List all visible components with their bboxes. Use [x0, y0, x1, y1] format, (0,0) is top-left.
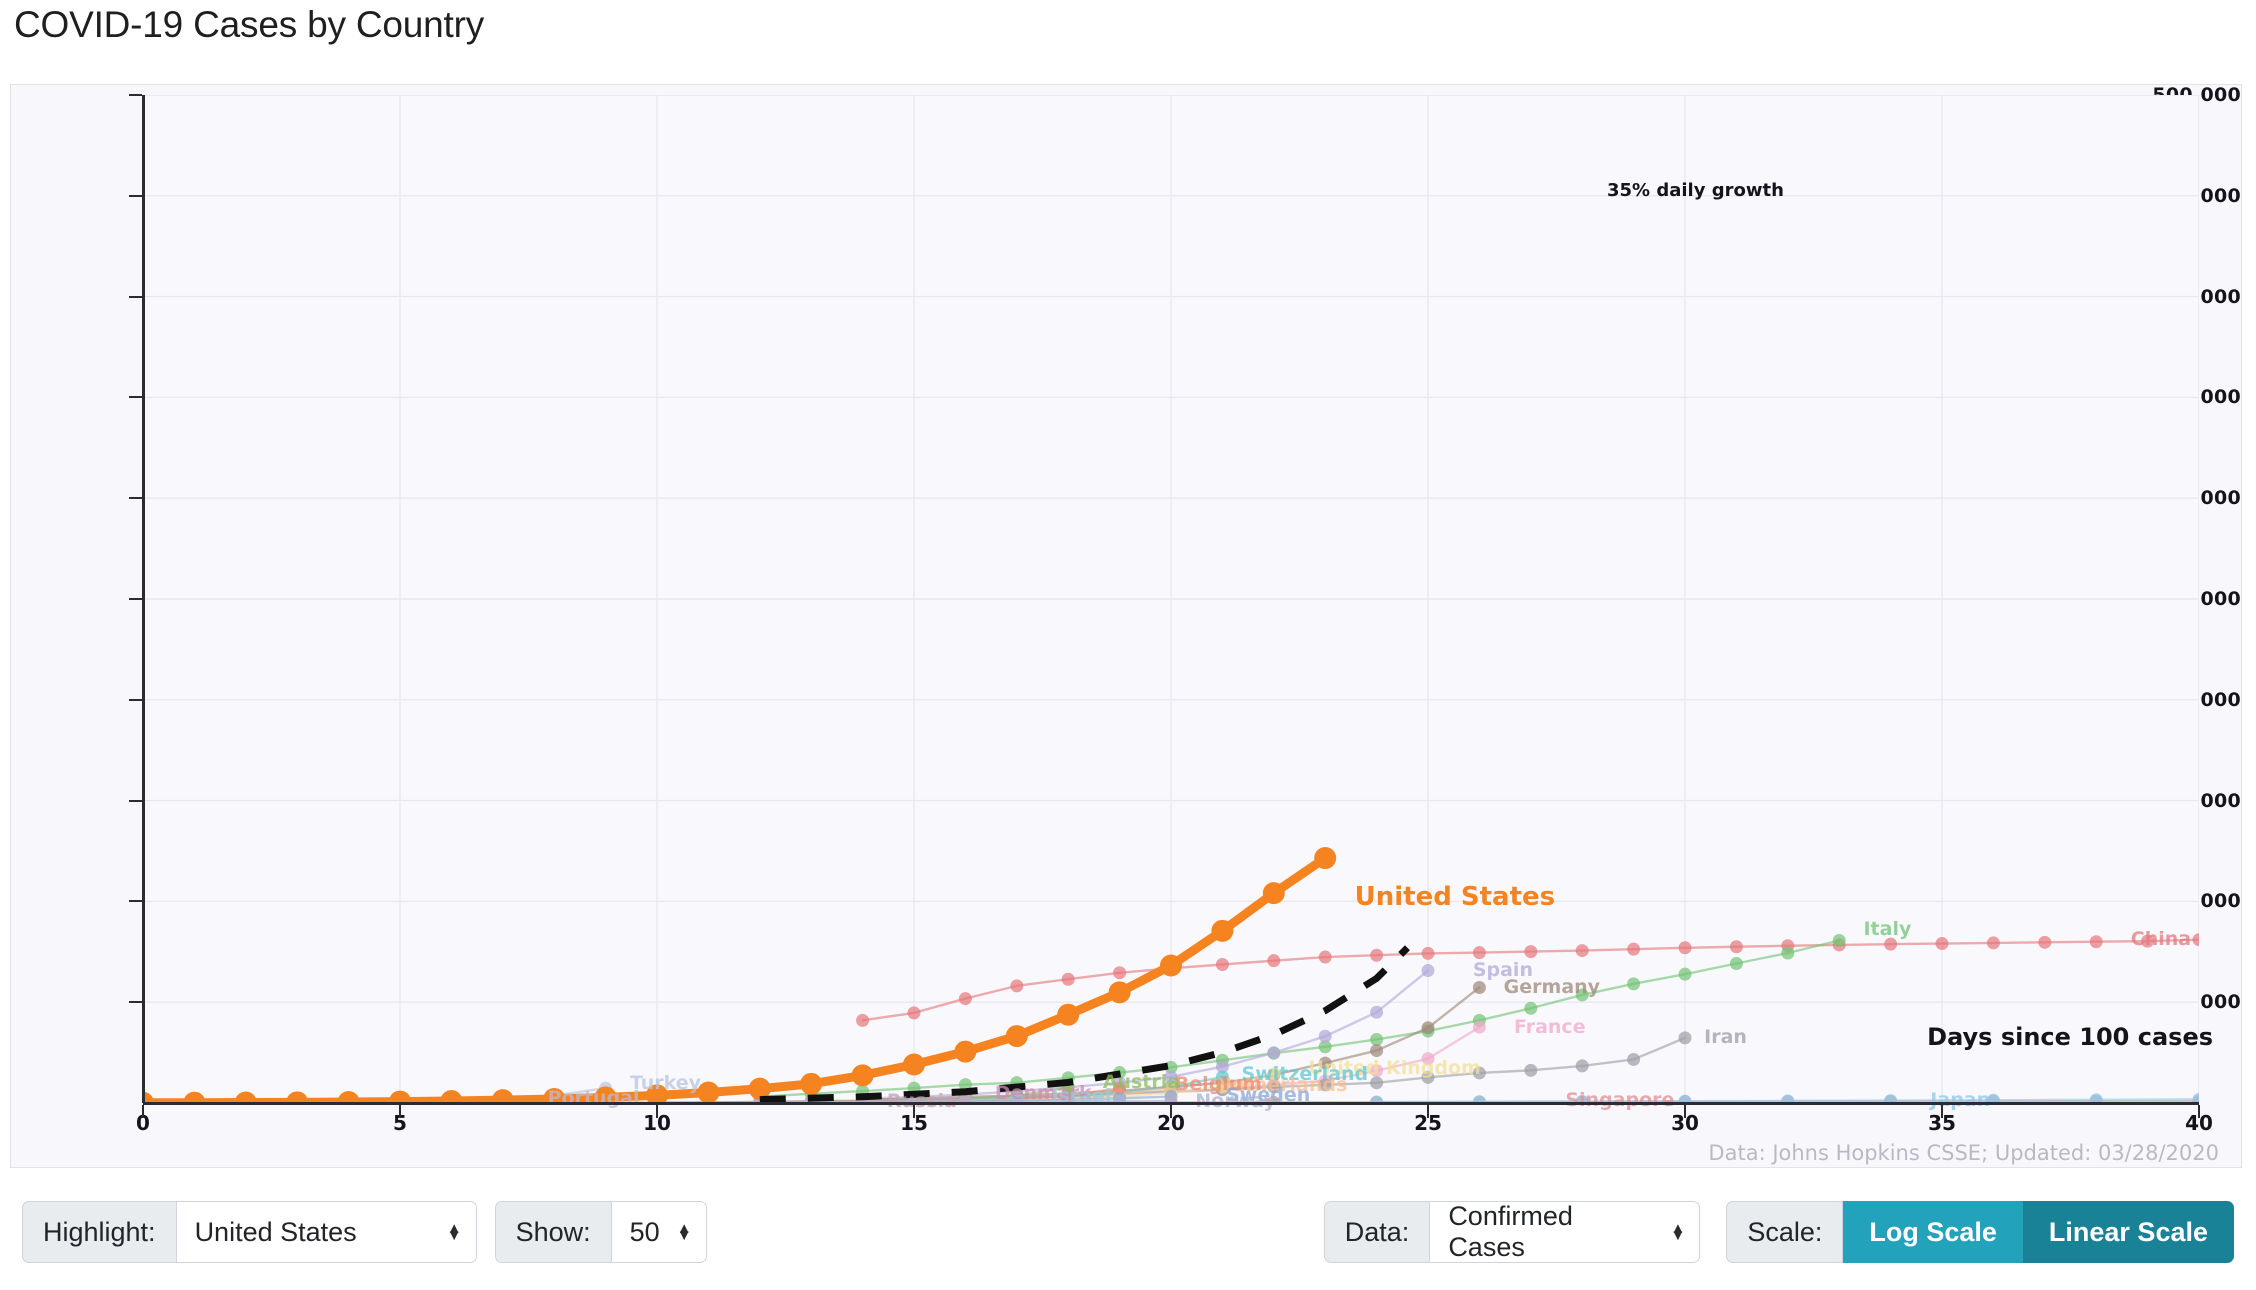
highlight-select[interactable]: United States ▲ ▼: [176, 1201, 477, 1263]
axis-spine: [142, 95, 145, 1103]
axis-spine: [129, 799, 142, 802]
chevron-updown-icon: ▲ ▼: [446, 1220, 462, 1244]
axis-spine: [129, 194, 142, 197]
axis-spine: [1427, 1105, 1429, 1118]
growth-annotation: 35% daily growth: [1607, 180, 1784, 201]
axis-spine: [1684, 1105, 1686, 1118]
show-label: Show:: [494, 1201, 612, 1263]
show-select[interactable]: 50 ▲ ▼: [611, 1201, 707, 1263]
axis-spine: [2198, 1105, 2200, 1118]
scale-label: Scale:: [1726, 1201, 1844, 1263]
axis-spine: [913, 1105, 915, 1118]
x-axis-title: Days since 100 cases: [1927, 1023, 2213, 1051]
axis-spine: [129, 497, 142, 500]
axis-spine: [129, 396, 142, 399]
log-scale-button[interactable]: Log Scale: [1843, 1201, 2023, 1263]
data-select-value: Confirmed Cases: [1448, 1201, 1573, 1262]
show-select-value: 50: [629, 1216, 660, 1247]
axis-spine: [1170, 1105, 1172, 1118]
axis-spine: [129, 295, 142, 298]
axis-spine: [399, 1105, 401, 1118]
axis-spine: [129, 94, 142, 96]
scale-group: Scale: Log Scale Linear Scale: [1726, 1201, 2234, 1263]
axis-spine: [1941, 1105, 1943, 1118]
show-group: Show: 50 ▲ ▼: [494, 1201, 707, 1263]
chart-canvas: [143, 95, 2199, 1103]
axis-spine: [129, 598, 142, 600]
page-title: COVID-19 Cases by Country: [14, 4, 485, 45]
highlight-label: Highlight:: [22, 1201, 177, 1263]
axis-spine: [142, 1105, 144, 1118]
chevron-updown-icon: ▲ ▼: [676, 1220, 692, 1244]
highlight-group: Highlight: United States ▲ ▼: [22, 1201, 477, 1263]
source-note: Data: Johns Hopkins CSSE; Updated: 03/28…: [1708, 1141, 2219, 1165]
axis-spine: [129, 698, 142, 701]
axis-spine: [656, 1105, 658, 1118]
axis-spine: [129, 900, 142, 903]
plot-area: United States China Italy Spain Germany Franc…: [143, 95, 2199, 1112]
data-select[interactable]: Confirmed Cases ▲ ▼: [1430, 1201, 1701, 1263]
linear-scale-button[interactable]: Linear Scale: [2022, 1201, 2234, 1263]
data-label: Data:: [1323, 1201, 1431, 1263]
chart-card: Confirmed Cases 500,000450,000400,000350…: [10, 84, 2242, 1168]
axis-spine: [129, 1001, 142, 1004]
highlight-select-value: United States: [194, 1216, 357, 1247]
chevron-updown-icon: ▲ ▼: [1670, 1220, 1686, 1244]
data-group: Data: Confirmed Cases ▲ ▼: [1323, 1201, 1701, 1263]
control-bar: Highlight: United States ▲ ▼ Show: 50 ▲ ▼ …: [22, 1196, 2234, 1268]
